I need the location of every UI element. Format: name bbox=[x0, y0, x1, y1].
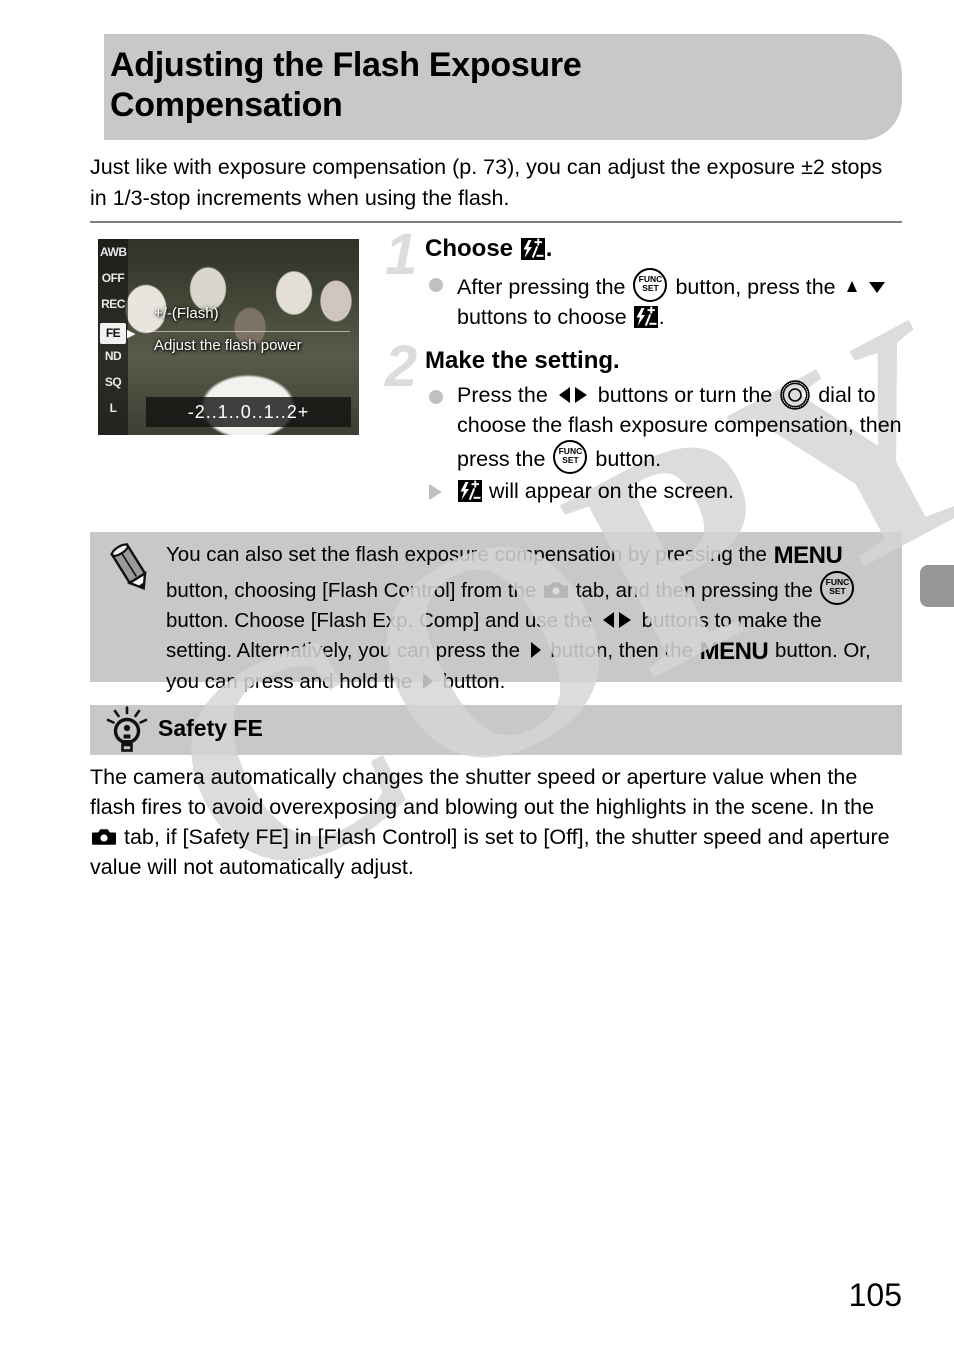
tip-body-text: The camera automatically changes the shu… bbox=[90, 765, 890, 879]
bullet-dot-icon bbox=[429, 278, 443, 292]
bullet-text: Press the buttons or turn the dial to ch… bbox=[457, 380, 902, 474]
camera-screen-figure: AWB OFF REC FE ▶ ND SQ L +/-(Flash) Adjust the … bbox=[98, 239, 359, 435]
screen-func-menu: AWB OFF REC FE ▶ ND SQ L bbox=[98, 239, 135, 435]
right-button-icon bbox=[530, 642, 541, 658]
screen-menu-item-awb: AWB bbox=[100, 245, 127, 259]
up-down-buttons-icon bbox=[846, 281, 885, 293]
func-set-icon: FUNC SET bbox=[633, 268, 668, 302]
screen-text-divider bbox=[146, 331, 350, 332]
lightbulb-icon bbox=[106, 706, 148, 752]
tip-title: Safety FE bbox=[158, 715, 263, 741]
screen-menu-item-sq: SQ bbox=[104, 375, 122, 389]
step-bullet: Press the buttons or turn the dial to ch… bbox=[425, 380, 905, 474]
flash-exposure-icon bbox=[458, 480, 482, 502]
screen-menu-item-off: OFF bbox=[101, 271, 125, 285]
screen-menu-item-fe: FE bbox=[100, 323, 126, 344]
intro-paragraph: Just like with exposure compensation (p.… bbox=[90, 155, 883, 210]
step-body: Press the buttons or turn the dial to ch… bbox=[425, 380, 905, 506]
bullet-triangle-icon bbox=[429, 484, 442, 500]
page-title-line-2: Compensation bbox=[110, 86, 343, 124]
menu-button-icon: MENU bbox=[699, 638, 769, 665]
screen-menu-selection-arrow: ▶ bbox=[127, 328, 136, 340]
step-heading: Choose . bbox=[425, 235, 553, 262]
bullet-text: will appear on the screen. bbox=[457, 479, 734, 503]
step-1: 1 Choose . After pressing the FUNC SET butt… bbox=[385, 226, 905, 332]
screen-flash-title: +/-(Flash) bbox=[154, 305, 219, 322]
bullet-dot-icon bbox=[429, 390, 443, 404]
page-title: Adjusting the Flash Exposure Compensatio… bbox=[110, 45, 870, 125]
screen-menu-item-l: L bbox=[109, 401, 117, 415]
flash-exposure-icon bbox=[633, 306, 658, 328]
screen-flash-hint: Adjust the flash power bbox=[154, 337, 302, 354]
page-title-line-1: Adjusting the Flash Exposure bbox=[110, 46, 582, 84]
flash-exposure-icon bbox=[520, 238, 545, 260]
left-right-buttons-icon bbox=[558, 387, 587, 403]
control-dial-icon bbox=[780, 380, 810, 410]
step-number: 1 bbox=[385, 222, 418, 287]
camera-tab-icon bbox=[544, 582, 569, 598]
note-callout-box: You can also set the flash exposure comp… bbox=[90, 532, 902, 693]
bullet-text: After pressing the FUNC SET button, press… bbox=[457, 268, 890, 329]
camera-tab-icon bbox=[92, 829, 116, 845]
left-right-buttons-icon bbox=[602, 612, 631, 628]
section-divider bbox=[90, 221, 902, 223]
step-bullet: will appear on the screen. bbox=[425, 476, 905, 506]
step-number: 2 bbox=[385, 334, 418, 399]
func-set-icon: FUNC SET bbox=[820, 571, 855, 605]
menu-button-icon: MENU bbox=[773, 542, 843, 569]
right-button-icon bbox=[422, 673, 433, 689]
step-heading: Make the setting. bbox=[425, 347, 620, 374]
func-set-icon: FUNC SET bbox=[553, 440, 588, 474]
step-body: After pressing the FUNC SET button, press… bbox=[425, 268, 905, 332]
screen-exposure-scale: -2..1..0..1..2+ bbox=[146, 397, 351, 427]
chapter-edge-tab bbox=[920, 565, 954, 607]
step-2: 2 Make the setting. Press the buttons or t… bbox=[385, 338, 905, 506]
pencil-icon bbox=[110, 542, 147, 591]
note-text: You can also set the flash exposure comp… bbox=[166, 542, 871, 693]
step-bullet: After pressing the FUNC SET button, press… bbox=[425, 268, 905, 332]
manual-page: COPY Adjusting the Flash Exposure Compen… bbox=[0, 0, 954, 1350]
screen-menu-item-nd: ND bbox=[104, 349, 122, 363]
screen-menu-item-rec: REC bbox=[101, 297, 125, 311]
page-number: 105 bbox=[848, 1277, 902, 1313]
steps-list: 1 Choose . After pressing the FUNC SET butt… bbox=[385, 226, 905, 510]
